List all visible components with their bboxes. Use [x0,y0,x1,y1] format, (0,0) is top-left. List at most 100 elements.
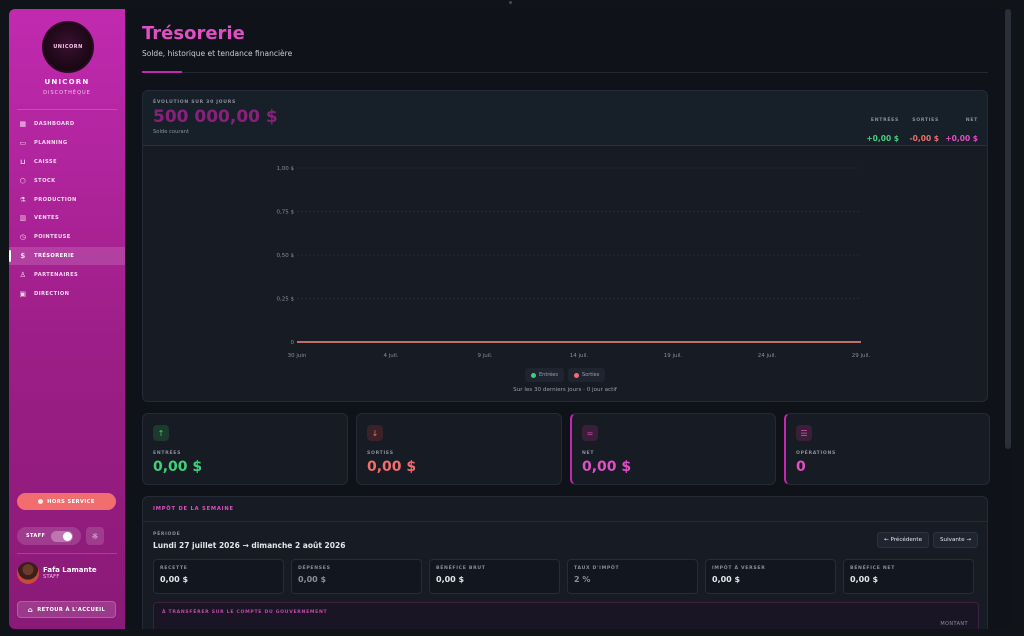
x-tick-label: 29 juil. [852,353,871,359]
kpi-value: 0,00 $ [367,459,417,475]
legend-dot-icon [531,372,536,378]
stat-sorties: SORTIES -0,00 $ [910,118,939,145]
balance-note: Solde courant [153,129,189,135]
sidebar-item-label: PRODUCTION [34,196,77,203]
logo-text: UNICORN [53,44,83,50]
user-profile[interactable]: Fafa Lamante STAFF [17,561,117,585]
next-week-button[interactable]: Suivante → [933,532,979,548]
sidebar-item-label: PARTENAIRES [34,271,79,278]
staff-controls: STAFF ☼ [17,527,117,545]
balance-chart-card: ÉVOLUTION SUR 30 JOURS 500 000,00 $ Sold… [142,90,988,402]
kpi-net: = NET 0,00 $ [570,413,776,485]
kpi-label: OPÉRATIONS [796,451,837,456]
sun-icon: ☼ [91,531,99,541]
stat-entrees: ENTRÉES +0,00 $ [866,118,899,145]
balance-kicker: ÉVOLUTION SUR 30 JOURS [153,100,236,105]
sidebar-item-production[interactable]: ⚗ PRODUCTION [9,190,125,209]
equals-icon: = [582,425,598,441]
legend-entrees[interactable]: Entrées [525,368,564,382]
metric-value: 0,00 $ [436,575,465,584]
theme-toggle-button[interactable]: ☼ [86,527,104,545]
title-divider [142,72,988,73]
sidebar-item-partenaires[interactable]: ♙ PARTENAIRES [9,265,125,284]
legend-dot-icon [574,372,579,378]
app-window: UNICORN UNICORN DISCOTHÈQUE ▦ DASHBOARD … [9,9,1011,629]
metric-label: RECETTE [160,566,188,571]
dollar-icon: $ [20,251,26,260]
stat-label: SORTIES [912,118,939,123]
kpi-sorties: ↓ SORTIES 0,00 $ [356,413,562,485]
y-tick-label: 0,75 $ [277,209,295,215]
balance-header: ÉVOLUTION SUR 30 JOURS 500 000,00 $ Sold… [143,91,987,146]
staff-label: STAFF [26,533,46,539]
metric-impot-a-verser: IMPÔT À VERSER 0,00 $ [705,559,836,594]
sidebar-item-label: CAISSE [34,158,57,165]
stat-net: NET +0,00 $ [945,118,978,145]
sidebar-item-direction[interactable]: ▣ DIRECTION [9,284,125,303]
flask-icon: ⚗ [19,195,27,204]
sidebar-nav: ▦ DASHBOARD ▭ PLANNING ⊔ CAISSE ⬡ STOCK … [9,115,125,303]
grid-icon: ▦ [19,120,27,129]
x-tick-label: 14 juil. [570,353,589,359]
calendar-icon: ▭ [19,139,27,148]
back-home-button[interactable]: ⌂ RETOUR À L'ACCUEIL [17,601,116,618]
sidebar-item-planning[interactable]: ▭ PLANNING [9,134,125,153]
stat-label: ENTRÉES [870,118,899,123]
page-subtitle: Solde, historique et tendance financière [142,49,293,58]
cart-icon: ⊔ [20,157,26,166]
x-tick-label: 19 juil. [664,353,683,359]
metric-depenses: DÉPENSES 0,00 $ [291,559,422,594]
service-status-label: HORS SERVICE [47,498,95,505]
sidebar-item-label: DIRECTION [34,290,70,297]
weekly-tax-card: IMPÔT DE LA SEMAINE PÉRIODE Lundi 27 jui… [142,496,988,629]
clock-icon: ◷ [19,233,27,242]
metric-label: BÉNÉFICE NET [850,566,896,571]
kpi-entrees: ↑ ENTRÉES 0,00 $ [142,413,348,485]
legend-label: Entrées [539,372,558,378]
brand-subtitle: DISCOTHÈQUE [43,90,91,96]
sidebar-item-caisse[interactable]: ⊔ CAISSE [9,153,125,172]
metric-value: 2 % [574,575,591,584]
metric-benefice-brut: BÉNÉFICE BRUT 0,00 $ [429,559,560,594]
staff-toggle[interactable] [51,530,74,542]
kpi-label: SORTIES [367,451,394,456]
cashflow-line-chart: 1,00 $ 0,75 $ 0,50 $ 0,25 $ 0 30 juin 4 juil. 9… [277,166,871,359]
metric-value: 0,00 $ [160,575,189,584]
sidebar-item-label: PLANNING [34,140,68,147]
metric-label: IMPÔT À VERSER [712,566,766,571]
legend-sorties[interactable]: Sorties [568,368,606,382]
metric-benefice-net: BÉNÉFICE NET 0,00 $ [843,559,974,594]
metric-value: 0,00 $ [712,575,741,584]
period-range: Lundi 27 juillet 2026 → dimanche 2 août … [153,541,346,550]
sidebar-item-ventes[interactable]: ▥ VENTES [9,209,125,228]
metric-label: BÉNÉFICE BRUT [436,566,486,571]
y-tick-label: 0,50 $ [277,253,295,259]
kpi-value: 0 [796,459,806,475]
list-icon: ☰ [796,425,812,441]
brand-logo[interactable]: UNICORN [42,21,94,73]
briefcase-icon: ▣ [19,289,27,298]
legend-label: Sorties [582,372,600,378]
y-tick-label: 0 [291,340,295,346]
government-transfer-box: À TRANSFÉRER SUR LE COMPTE DU GOUVERNEME… [153,602,979,629]
sidebar-item-stock[interactable]: ⬡ STOCK [9,171,125,190]
kpi-label: ENTRÉES [153,451,182,456]
page-scrollbar[interactable] [1005,9,1011,449]
tax-title: IMPÔT DE LA SEMAINE [153,506,234,512]
service-status-button[interactable]: HORS SERVICE [17,493,116,510]
sidebar-item-tresorerie[interactable]: $ TRÉSORERIE [9,246,125,266]
metric-label: DÉPENSES [298,566,331,571]
brand-name: UNICORN [44,78,90,86]
previous-week-button[interactable]: ← Précédente [877,532,930,548]
user-info: Fafa Lamante STAFF [43,566,97,580]
sidebar-item-pointeuse[interactable]: ◷ POINTEUSE [9,228,125,247]
sidebar-item-label: STOCK [34,177,56,184]
x-tick-label: 24 juil. [758,353,777,359]
x-tick-label: 9 juil. [477,353,492,359]
stat-value: -0,00 $ [909,134,939,143]
sidebar-item-dashboard[interactable]: ▦ DASHBOARD [9,115,125,134]
window-indicator [509,1,512,4]
metric-value: 0,00 $ [298,575,327,584]
transfer-label: À TRANSFÉRER SUR LE COMPTE DU GOUVERNEME… [162,610,328,615]
title-accent-bar [142,71,182,73]
